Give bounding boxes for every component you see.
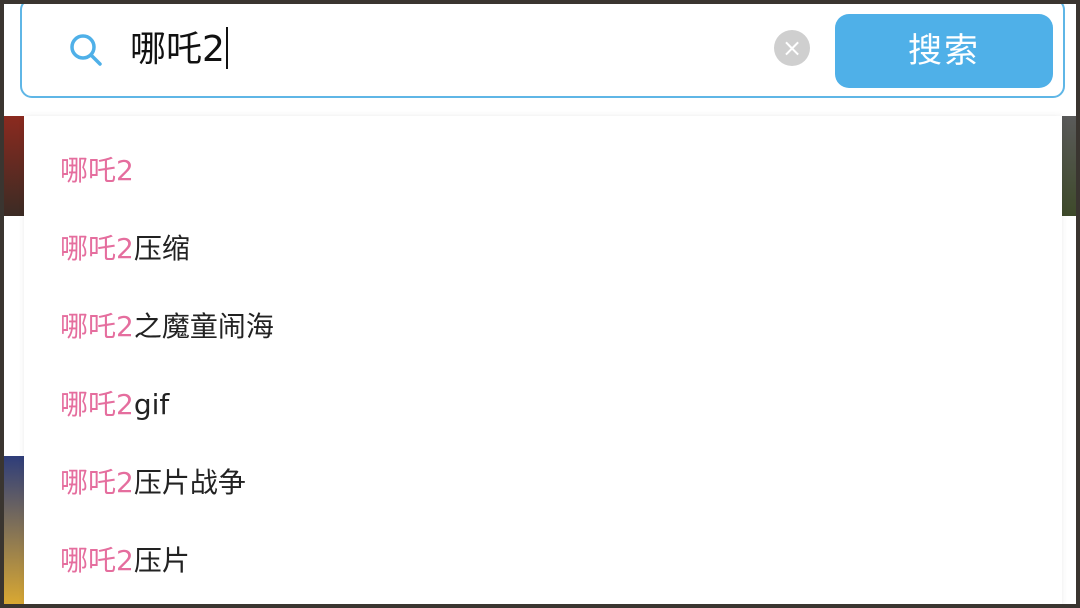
suggestion-highlight: 哪吒2 <box>60 544 134 577</box>
search-query-text: 哪吒2 <box>130 29 225 70</box>
text-caret <box>225 27 228 69</box>
background-thumbnail <box>4 456 26 604</box>
close-icon[interactable]: × <box>774 30 810 66</box>
app-frame: 哪吒2 × 搜索 哪吒2 哪吒2压缩 哪吒2之魔童闹海 哪吒2gif 哪吒2压片… <box>4 4 1076 604</box>
suggestion-rest: 压片 <box>133 544 190 577</box>
suggestion-highlight: 哪吒2 <box>60 154 134 187</box>
search-bar: 哪吒2 × 搜索 <box>20 4 1065 98</box>
suggestion-dropdown: 哪吒2 哪吒2压缩 哪吒2之魔童闹海 哪吒2gif 哪吒2压片战争 哪吒2压片 <box>24 116 1062 604</box>
background-thumbnail <box>4 116 26 216</box>
suggestion-item[interactable]: 哪吒2压缩 <box>60 224 190 274</box>
suggestion-highlight: 哪吒2 <box>60 310 134 343</box>
suggestion-item[interactable]: 哪吒2压片 <box>60 536 190 586</box>
suggestion-highlight: 哪吒2 <box>60 232 134 265</box>
suggestion-rest: gif <box>133 388 170 421</box>
suggestion-item[interactable]: 哪吒2gif <box>60 380 169 430</box>
search-icon[interactable] <box>68 32 104 68</box>
search-button[interactable]: 搜索 <box>835 14 1053 88</box>
suggestion-highlight: 哪吒2 <box>60 388 134 421</box>
suggestion-rest: 压片战争 <box>133 466 246 499</box>
suggestion-item[interactable]: 哪吒2之魔童闹海 <box>60 302 274 352</box>
suggestion-rest: 压缩 <box>133 232 190 265</box>
suggestion-highlight: 哪吒2 <box>60 466 134 499</box>
suggestion-rest: 之魔童闹海 <box>133 310 274 343</box>
search-input[interactable]: 哪吒2 <box>130 26 750 74</box>
suggestion-item[interactable]: 哪吒2压片战争 <box>60 458 246 508</box>
suggestion-item[interactable]: 哪吒2 <box>60 146 134 196</box>
